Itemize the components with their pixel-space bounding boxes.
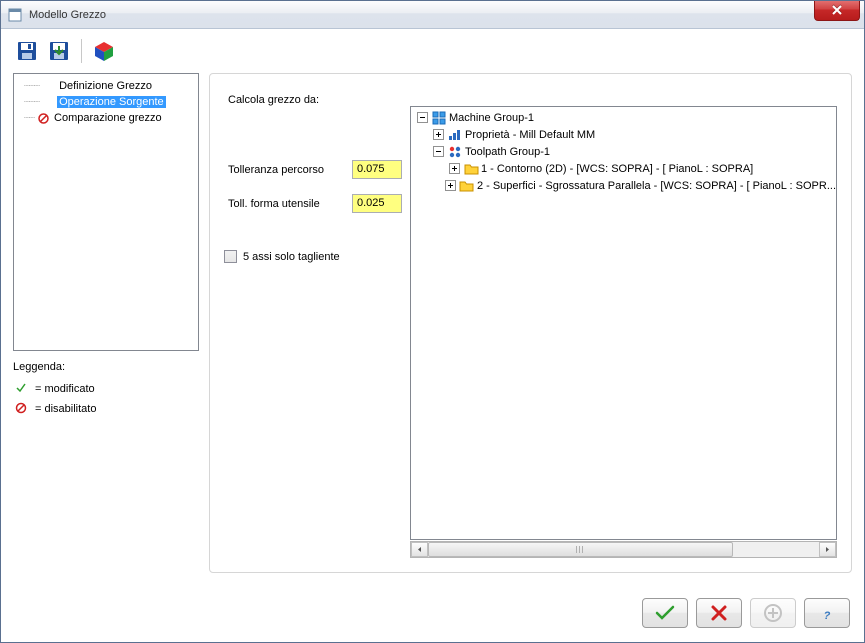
tol-tool-label: Toll. forma utensile: [228, 198, 340, 210]
tree-row-properties[interactable]: Proprietà - Mill Default MM: [413, 126, 836, 143]
toolbar: [1, 29, 864, 69]
scroll-right-button[interactable]: [819, 542, 836, 557]
close-button[interactable]: [814, 1, 860, 21]
nav-label: Definizione Grezzo: [57, 80, 154, 92]
tree-connector: ┈┈┈: [24, 97, 39, 108]
scroll-left-button[interactable]: [411, 542, 428, 557]
left-column: ┈┈┈ Definizione Grezzo ┈┈┈ Operazione So…: [13, 73, 199, 584]
cube-button[interactable]: [90, 37, 118, 65]
tree-label: 1 - Contorno (2D) - [WCS: SOPRA] - [ Pia…: [481, 163, 753, 175]
help-button[interactable]: ?: [804, 598, 850, 628]
tree-row-op1[interactable]: 1 - Contorno (2D) - [WCS: SOPRA] - [ Pia…: [413, 160, 836, 177]
five-axis-row[interactable]: 5 assi solo tagliente: [224, 250, 340, 263]
tree-connector: ┈┈┈: [24, 81, 39, 92]
tol-path-label: Tolleranza percorso: [228, 164, 340, 176]
nav-item-comparazione[interactable]: ┈┈ Comparazione grezzo: [16, 110, 196, 126]
right-column: Calcola grezzo da: Tolleranza percorso 0…: [209, 73, 852, 584]
save-button[interactable]: [13, 37, 41, 65]
nav-label: Comparazione grezzo: [52, 112, 164, 124]
legend-disabled: = disabilitato: [13, 399, 199, 419]
tree-label: Proprietà - Mill Default MM: [465, 129, 595, 141]
grid-icon: [431, 111, 447, 125]
disabled-icon: [36, 113, 50, 124]
scroll-track[interactable]: [428, 542, 819, 557]
nav-item-operazione[interactable]: ┈┈┈ Operazione Sorgente: [16, 94, 196, 110]
expand-icon[interactable]: [445, 180, 456, 191]
tol-tool-input[interactable]: 0.025: [352, 194, 402, 213]
five-axis-checkbox[interactable]: [224, 250, 237, 263]
nav-label: Operazione Sorgente: [57, 96, 166, 108]
collapse-icon[interactable]: [417, 112, 428, 123]
calc-from-label: Calcola grezzo da:: [228, 94, 319, 106]
properties-icon: [447, 129, 463, 141]
svg-text:?: ?: [824, 610, 831, 622]
expand-icon[interactable]: [433, 129, 444, 140]
row-tolleranza-percorso: Tolleranza percorso 0.075: [228, 160, 402, 179]
legend: Leggenda: = modificato = disabilitato: [13, 359, 199, 421]
footer: ?: [1, 592, 864, 642]
window: Modello Grezzo ┈┈┈ Definizione Grezzo: [0, 0, 865, 643]
legend-modified: = modificato: [13, 379, 199, 399]
tree-label: 2 - Superfici - Sgrossatura Parallela - …: [477, 180, 836, 192]
nav-item-definizione[interactable]: ┈┈┈ Definizione Grezzo: [16, 78, 196, 94]
row-toll-forma-utensile: Toll. forma utensile 0.025: [228, 194, 402, 213]
legend-disabled-label: = disabilitato: [35, 403, 96, 415]
folder-icon: [463, 163, 479, 175]
tree-label: Machine Group-1: [449, 112, 534, 124]
folder-icon: [459, 180, 475, 192]
legend-modified-label: = modificato: [35, 383, 95, 395]
nav-tree[interactable]: ┈┈┈ Definizione Grezzo ┈┈┈ Operazione So…: [13, 73, 199, 351]
tree-connector: ┈┈: [24, 113, 34, 124]
ok-button[interactable]: [642, 598, 688, 628]
horizontal-scrollbar[interactable]: [410, 541, 837, 558]
add-button: [750, 598, 796, 628]
collapse-icon[interactable]: [433, 146, 444, 157]
toolbar-separator: [81, 39, 82, 63]
scroll-thumb[interactable]: [428, 542, 733, 557]
save-as-button[interactable]: [45, 37, 73, 65]
tree-row-op2[interactable]: 2 - Superfici - Sgrossatura Parallela - …: [413, 177, 836, 194]
legend-title: Leggenda:: [13, 361, 199, 373]
window-title: Modello Grezzo: [29, 9, 106, 21]
five-axis-label: 5 assi solo tagliente: [243, 251, 340, 263]
expand-icon[interactable]: [449, 163, 460, 174]
titlebar: Modello Grezzo: [1, 1, 864, 29]
disabled-icon: [15, 402, 27, 417]
operations-tree[interactable]: Machine Group-1 Proprietà - Mill Default…: [410, 106, 837, 540]
tree-row-machine-group[interactable]: Machine Group-1: [413, 109, 836, 126]
tree-row-toolpath-group[interactable]: Toolpath Group-1: [413, 143, 836, 160]
check-icon: [15, 382, 27, 397]
app-icon: [7, 7, 23, 23]
settings-panel: Calcola grezzo da: Tolleranza percorso 0…: [209, 73, 852, 573]
body: ┈┈┈ Definizione Grezzo ┈┈┈ Operazione So…: [1, 69, 864, 592]
tree-label: Toolpath Group-1: [465, 146, 550, 158]
tol-path-input[interactable]: 0.075: [352, 160, 402, 179]
cancel-button[interactable]: [696, 598, 742, 628]
dots-icon: [447, 145, 463, 159]
